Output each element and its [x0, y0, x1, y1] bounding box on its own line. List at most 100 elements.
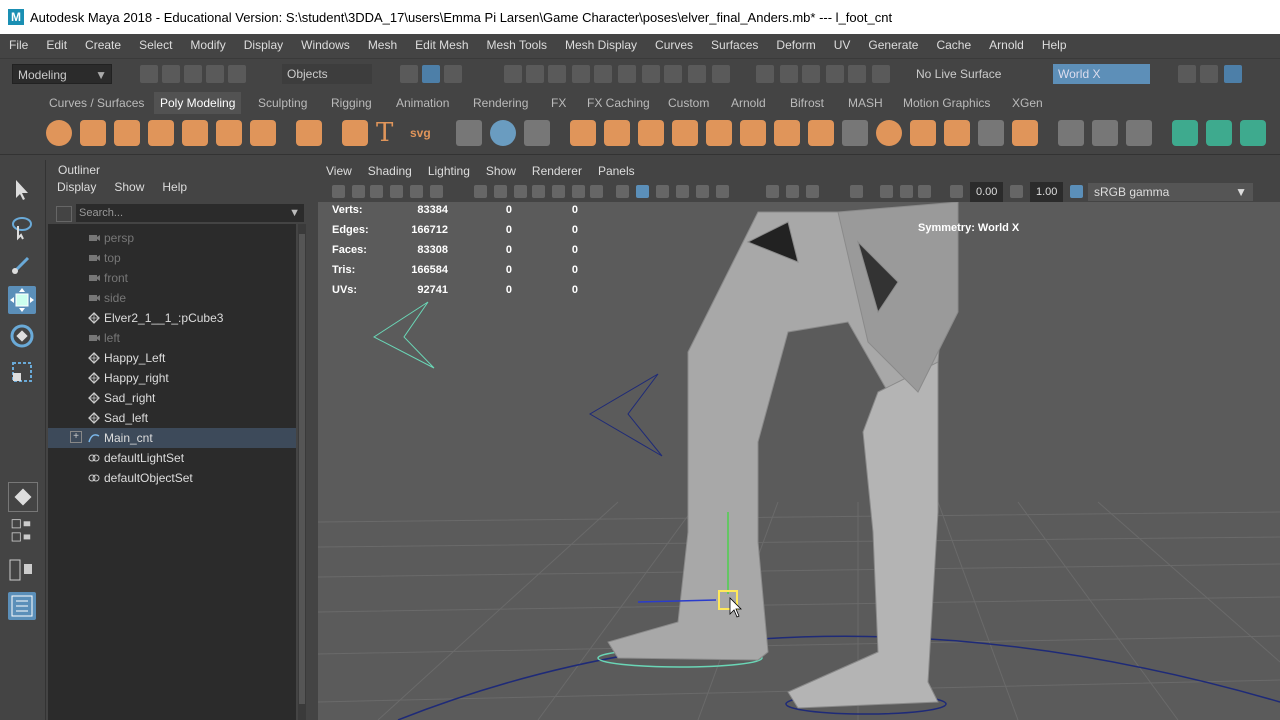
- symmetry-field[interactable]: World X: [1053, 64, 1150, 84]
- gamma-icon[interactable]: [1010, 185, 1023, 198]
- outliner-row[interactable]: persp: [48, 228, 296, 248]
- render-frame-icon[interactable]: [780, 65, 798, 83]
- outliner-row[interactable]: Happy_Left: [48, 348, 296, 368]
- tab-bifrost[interactable]: Bifrost: [790, 96, 824, 110]
- bridge-icon[interactable]: [672, 120, 698, 146]
- outliner-row[interactable]: defaultLightSet: [48, 448, 296, 468]
- outliner-row[interactable]: defaultObjectSet: [48, 468, 296, 488]
- tab-animation[interactable]: Animation: [396, 96, 449, 110]
- field-chart-icon[interactable]: [552, 185, 565, 198]
- safe-title-icon[interactable]: [590, 185, 603, 198]
- scale-tool-icon[interactable]: [8, 358, 36, 386]
- save-scene-icon[interactable]: [184, 65, 202, 83]
- cylindrical-map-icon[interactable]: [1240, 120, 1266, 146]
- toggle-tool-settings-icon[interactable]: [1200, 65, 1218, 83]
- menu-create[interactable]: Create: [76, 38, 130, 52]
- uv-editor-icon[interactable]: [1172, 120, 1198, 146]
- poly-sphere-icon[interactable]: [46, 120, 72, 146]
- tab-custom[interactable]: Custom: [668, 96, 709, 110]
- textured-icon[interactable]: [676, 185, 689, 198]
- gamma-field[interactable]: 1.00: [1030, 182, 1064, 202]
- offset-edge-loop-icon[interactable]: [978, 120, 1004, 146]
- tab-rigging[interactable]: Rigging: [331, 96, 372, 110]
- viewport-panel[interactable]: View Shading Lighting Show Renderer Pane…: [318, 160, 1280, 720]
- color-space-dropdown[interactable]: sRGB gamma ▼: [1088, 183, 1253, 201]
- lasso-tool-icon[interactable]: [8, 214, 36, 242]
- camera-select-icon[interactable]: [332, 185, 345, 198]
- menu-mesh-display[interactable]: Mesh Display: [556, 38, 646, 52]
- menu-curves[interactable]: Curves: [646, 38, 702, 52]
- smooth-shade-icon[interactable]: [636, 185, 649, 198]
- 2d-pan-icon[interactable]: [410, 185, 423, 198]
- super-shape-icon[interactable]: [342, 120, 368, 146]
- poly-disc-icon[interactable]: [250, 120, 276, 146]
- insert-edge-loop-icon[interactable]: [808, 120, 834, 146]
- camera-attributes-icon[interactable]: [352, 185, 365, 198]
- combine-icon[interactable]: [456, 120, 482, 146]
- outliner-search-input[interactable]: Search... ▼: [76, 204, 304, 222]
- connect-icon[interactable]: [876, 120, 902, 146]
- use-all-lights-icon[interactable]: [696, 185, 709, 198]
- viewport-menu-view[interactable]: View: [318, 164, 360, 178]
- bevel-icon[interactable]: [706, 120, 732, 146]
- tab-xgen[interactable]: XGen: [1012, 96, 1043, 110]
- viewport-menu-show[interactable]: Show: [478, 164, 524, 178]
- snap-curve-icon[interactable]: [526, 65, 544, 83]
- tab-fx-caching[interactable]: FX Caching: [587, 96, 650, 110]
- smooth-icon[interactable]: [524, 120, 550, 146]
- menu-mesh-tools[interactable]: Mesh Tools: [478, 38, 556, 52]
- outliner-row[interactable]: front: [48, 268, 296, 288]
- outliner-row[interactable]: Sad_left: [48, 408, 296, 428]
- outliner-layout-icon[interactable]: [8, 592, 36, 620]
- menu-modify[interactable]: Modify: [181, 38, 234, 52]
- menu-deform[interactable]: Deform: [767, 38, 824, 52]
- color-management-icon[interactable]: [1070, 185, 1083, 198]
- render-view-icon[interactable]: [756, 65, 774, 83]
- menu-mesh[interactable]: Mesh: [359, 38, 406, 52]
- outliner-menu-help[interactable]: Help: [153, 180, 196, 200]
- select-hierarchy-icon[interactable]: [400, 65, 418, 83]
- outliner-row[interactable]: Happy_right: [48, 368, 296, 388]
- svg-icon[interactable]: svg: [410, 120, 436, 146]
- gate-mask-icon[interactable]: [532, 185, 545, 198]
- sculpt-brush-icon[interactable]: [1058, 120, 1084, 146]
- select-component-icon[interactable]: [444, 65, 462, 83]
- happy-left-control[interactable]: [373, 301, 435, 369]
- tab-mash[interactable]: MASH: [848, 96, 883, 110]
- four-view-layout-icon[interactable]: [8, 518, 36, 552]
- poly-cube-icon[interactable]: [80, 120, 106, 146]
- text-icon[interactable]: T: [376, 120, 402, 146]
- poke-icon[interactable]: [1012, 120, 1038, 146]
- paint-select-tool-icon[interactable]: [8, 250, 36, 278]
- backface-icon[interactable]: [918, 185, 931, 198]
- poly-plane-icon[interactable]: [216, 120, 242, 146]
- snap-plane-icon[interactable]: [618, 65, 636, 83]
- boolean-icon[interactable]: [570, 120, 596, 146]
- xray-joints-icon[interactable]: [900, 185, 913, 198]
- shadows-icon[interactable]: [716, 185, 729, 198]
- outliner-row[interactable]: side: [48, 288, 296, 308]
- anti-alias-icon[interactable]: [806, 185, 819, 198]
- expand-icon[interactable]: +: [70, 431, 82, 443]
- viewport-menu-lighting[interactable]: Lighting: [420, 164, 478, 178]
- poly-cylinder-icon[interactable]: [114, 120, 140, 146]
- snap-point-icon[interactable]: [548, 65, 566, 83]
- menu-edit-mesh[interactable]: Edit Mesh: [406, 38, 477, 52]
- menu-cache[interactable]: Cache: [927, 38, 980, 52]
- bookmark-icon[interactable]: [370, 185, 383, 198]
- scrollbar-thumb[interactable]: [299, 234, 305, 704]
- new-scene-icon[interactable]: [140, 65, 158, 83]
- outliner-menu-show[interactable]: Show: [105, 180, 153, 200]
- toggle-channel-box-icon[interactable]: [1224, 65, 1242, 83]
- viewport-menu-panels[interactable]: Panels: [590, 164, 643, 178]
- outliner-menu-display[interactable]: Display: [48, 180, 105, 200]
- poly-cone-icon[interactable]: [148, 120, 174, 146]
- redo-icon[interactable]: [228, 65, 246, 83]
- tab-arnold[interactable]: Arnold: [731, 96, 766, 110]
- outliner-row[interactable]: Elver2_1__1_:pCube3: [48, 308, 296, 328]
- help-line-icon[interactable]: [664, 65, 682, 83]
- sad-left-control[interactable]: [589, 373, 663, 457]
- undo-icon[interactable]: [206, 65, 224, 83]
- planar-map-icon[interactable]: [1206, 120, 1232, 146]
- outliner-row[interactable]: top: [48, 248, 296, 268]
